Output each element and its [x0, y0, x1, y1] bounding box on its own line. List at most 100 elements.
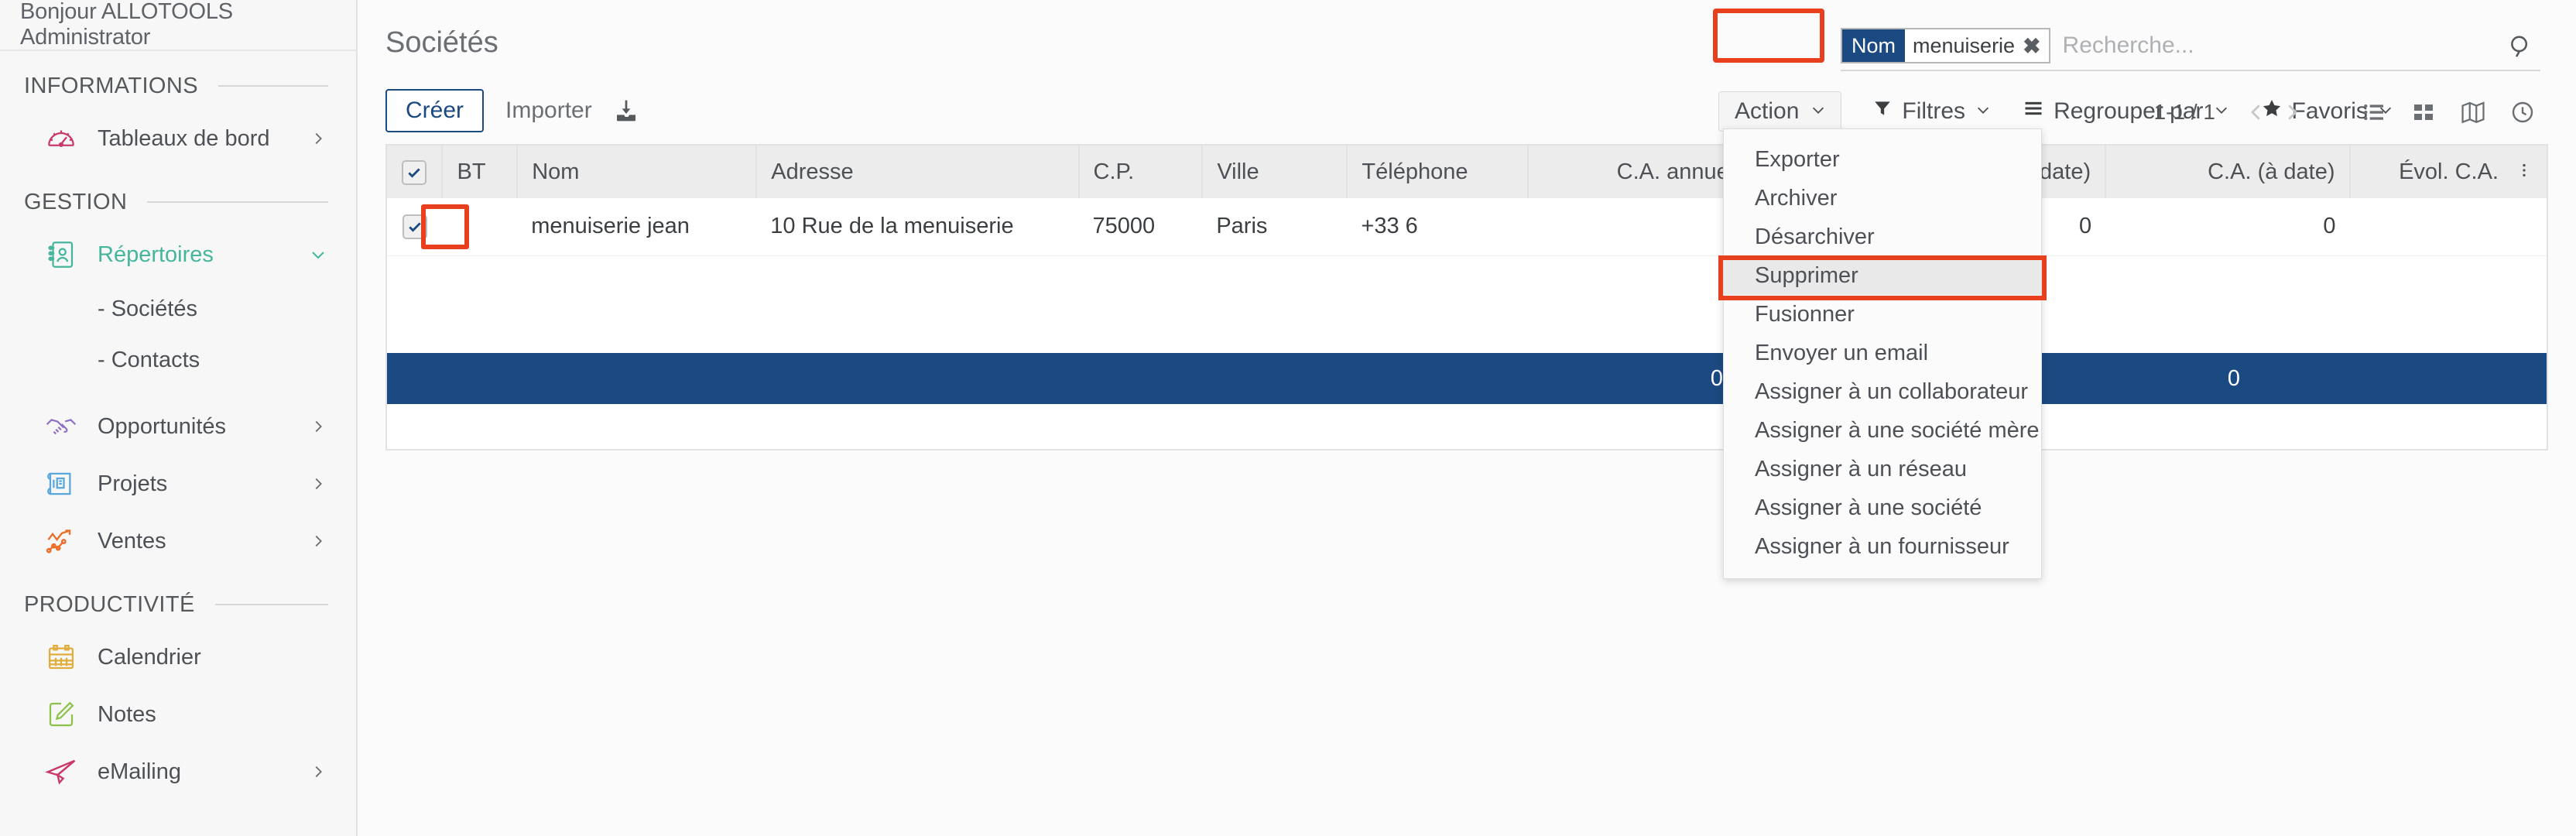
action-menu-item[interactable]: Assigner à une société: [1724, 488, 2041, 527]
cell-nom: menuiserie jean: [517, 198, 757, 256]
action-menu-item-label: Assigner à un réseau: [1755, 456, 1968, 481]
facet-remove-icon[interactable]: ✖: [2019, 29, 2049, 62]
sidebar-item-repertoires[interactable]: Répertoires: [0, 226, 356, 283]
sidebar-item-label: Ventes: [98, 528, 166, 553]
sidebar-item-label: Notes: [98, 701, 156, 727]
sidebar-item-label: Calendrier: [98, 644, 201, 670]
chevron-right-icon[interactable]: [308, 128, 328, 149]
search-facet-nom[interactable]: Nom menuiserie ✖: [1841, 28, 2050, 63]
search-icon[interactable]: [2500, 28, 2540, 63]
cell-cp: 75000: [1078, 198, 1203, 256]
sidebar-item-tableaux-de-bord[interactable]: Tableaux de bord: [0, 110, 356, 167]
action-menu-item[interactable]: Désarchiver: [1724, 218, 2041, 256]
nav-section-gestion: GESTION: [0, 178, 356, 226]
section-divider: [147, 201, 328, 203]
sidebar-item-calendrier[interactable]: Calendrier: [0, 629, 356, 686]
chevron-right-icon[interactable]: [308, 762, 328, 782]
cell-bt: [442, 198, 518, 256]
action-menu-item[interactable]: Archiver: [1724, 179, 2041, 218]
sidebar-item-opportunites[interactable]: Opportunités: [0, 398, 356, 455]
chevron-right-icon[interactable]: [2274, 94, 2310, 130]
sidebar-item-projets[interactable]: Projets: [0, 455, 356, 512]
chevron-right-icon[interactable]: [308, 416, 328, 437]
totals-row: 0 0 0: [387, 353, 2547, 404]
list-lines-icon: [2023, 98, 2044, 125]
action-menu-item[interactable]: Supprimer: [1724, 256, 2041, 295]
note-pencil-icon: [43, 697, 79, 732]
table-row[interactable]: menuiserie jean 10 Rue de la menuiserie …: [387, 198, 2547, 256]
more-vertical-icon[interactable]: [2516, 159, 2533, 185]
filters-dropdown[interactable]: Filtres: [1872, 98, 1992, 125]
action-menu-item[interactable]: Envoyer un email: [1724, 334, 2041, 372]
sidebar-subitem-label: - Sociétés: [98, 296, 197, 321]
column-header-ville[interactable]: Ville: [1202, 146, 1348, 198]
sidebar-subitem-label: - Contacts: [98, 347, 200, 372]
top-bar: Sociétés Nom menuiserie ✖: [358, 0, 2576, 77]
pagination: 1-1 / 1: [2154, 94, 2540, 130]
action-menu-item[interactable]: Assigner à un fournisseur: [1724, 527, 2041, 566]
filters-label: Filtres: [1902, 98, 1966, 124]
main-content: Sociétés Nom menuiserie ✖ Créer Importer: [358, 0, 2576, 836]
chevron-right-icon[interactable]: [308, 531, 328, 551]
column-header-ca-a-date[interactable]: C.A. (à date): [2105, 146, 2351, 198]
chevron-left-icon[interactable]: [2239, 94, 2274, 130]
download-icon[interactable]: [614, 98, 639, 123]
calendar-icon: [43, 639, 79, 675]
paper-plane-icon: [43, 754, 79, 790]
action-menu-item[interactable]: Exporter: [1724, 140, 2041, 179]
cell-ville: Paris: [1202, 198, 1348, 256]
cell-evol-ca: [2349, 198, 2547, 256]
action-menu-item-label: Supprimer: [1755, 262, 1858, 288]
sidebar-item-label: Répertoires: [98, 242, 214, 267]
search-input[interactable]: [2050, 28, 2500, 63]
action-button-label: Action: [1735, 98, 1800, 124]
column-header-telephone[interactable]: Téléphone: [1347, 146, 1529, 198]
sidebar-item-emailing[interactable]: eMailing: [0, 743, 356, 800]
sidebar-item-label: Projets: [98, 471, 168, 496]
action-menu-item[interactable]: Assigner à une société mère: [1724, 411, 2041, 450]
action-menu-item-label: Désarchiver: [1755, 224, 1875, 249]
sidebar-item-contacts[interactable]: - Contacts: [0, 334, 356, 385]
search-bar: Nom menuiserie ✖: [1841, 28, 2540, 71]
total-ca-a-date: 0: [2227, 365, 2240, 391]
chevron-right-icon[interactable]: [308, 474, 328, 494]
row-checkbox[interactable]: [402, 214, 427, 240]
cell-ca-a-date: 0: [2105, 198, 2350, 256]
action-menu-item-label: Envoyer un email: [1755, 340, 1929, 365]
column-header-evol-ca-label: Évol. C.A.: [2399, 159, 2499, 184]
action-menu-item-label: Exporter: [1755, 146, 1840, 172]
action-menu-item[interactable]: Assigner à un collaborateur: [1724, 372, 2041, 411]
chevron-down-icon: [1975, 98, 1992, 125]
select-all-header[interactable]: [387, 146, 444, 198]
chevron-down-icon: [1810, 98, 1827, 125]
action-menu-item[interactable]: Assigner à un réseau: [1724, 450, 2041, 488]
sidebar-item-ventes[interactable]: Ventes: [0, 512, 356, 570]
map-view-icon[interactable]: [2455, 94, 2491, 130]
action-button[interactable]: Action: [1718, 91, 1842, 132]
column-header-cp[interactable]: C.P.: [1078, 146, 1204, 198]
action-menu-item-label: Archiver: [1755, 185, 1838, 211]
nav-section-label: GESTION: [24, 189, 128, 214]
sidebar-item-societes[interactable]: - Sociétés: [0, 283, 356, 334]
chevron-down-icon[interactable]: [308, 245, 328, 265]
kanban-view-icon[interactable]: [2406, 94, 2441, 130]
action-menu-item[interactable]: Fusionner: [1724, 295, 2041, 334]
table-header-row: BT Nom Adresse C.P. Ville Téléphone C.A.…: [387, 146, 2547, 198]
column-header-bt[interactable]: BT: [442, 146, 519, 198]
nav-section-productivite: PRODUCTIVITÉ: [0, 581, 356, 629]
list-view-icon[interactable]: [2356, 94, 2392, 130]
import-button[interactable]: Importer: [505, 98, 592, 124]
filter-funnel-icon: [1872, 98, 1893, 125]
action-menu-item-label: Fusionner: [1755, 301, 1855, 327]
sidebar-item-notes[interactable]: Notes: [0, 686, 356, 743]
handshake-icon: [43, 409, 79, 444]
column-header-adresse[interactable]: Adresse: [756, 146, 1080, 198]
data-table: BT Nom Adresse C.P. Ville Téléphone C.A.…: [387, 146, 2547, 256]
create-button[interactable]: Créer: [385, 89, 485, 132]
row-select-cell[interactable]: [387, 198, 443, 256]
select-all-checkbox[interactable]: [402, 159, 427, 185]
activity-view-icon[interactable]: [2505, 94, 2540, 130]
action-menu-item-label: Assigner à un fournisseur: [1755, 533, 2009, 559]
column-header-nom[interactable]: Nom: [517, 146, 758, 198]
column-header-evol-ca[interactable]: Évol. C.A.: [2349, 146, 2547, 198]
